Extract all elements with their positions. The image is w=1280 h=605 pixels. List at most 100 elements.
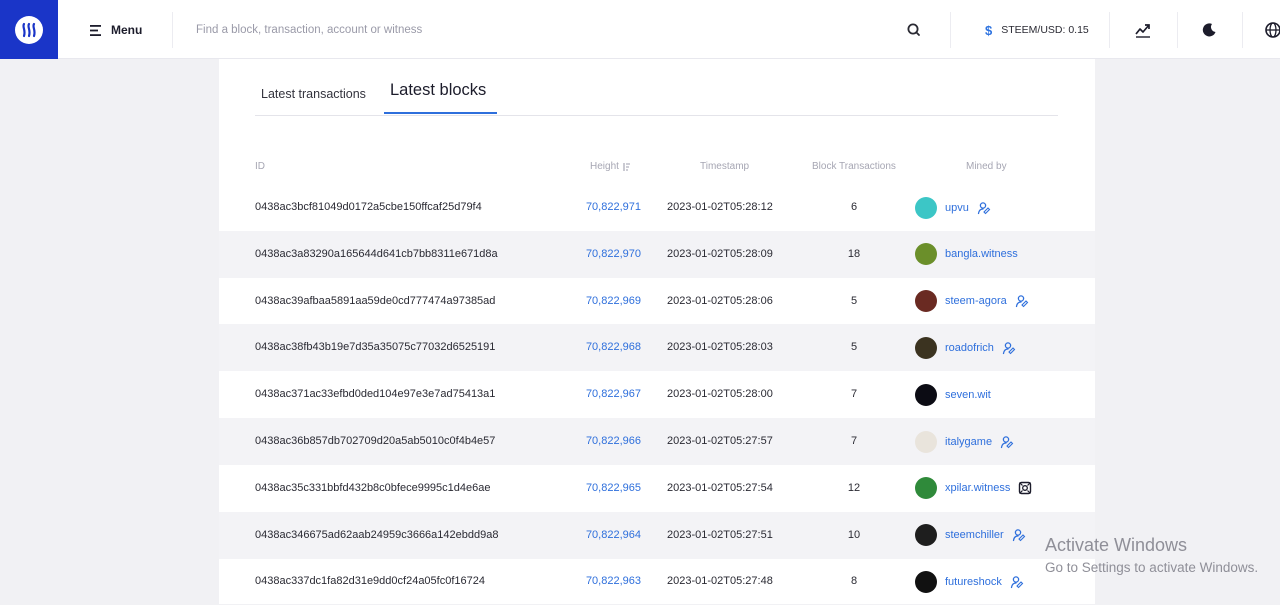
menu-label: Menu [111,23,143,37]
table-row: 0438ac35c331bbfd432b8c0bfece9995c1d4e6ae… [219,465,1095,512]
table-row: 0438ac36b857db702709d20a5ab5010c0f4b4e57… [219,418,1095,465]
table-row: 0438ac346675ad62aab24959c3666a142ebdd9a8… [219,511,1095,559]
witness-vote-icon[interactable] [977,201,991,215]
menu-icon [90,24,101,36]
active-tab-indicator [384,112,497,114]
tab-latest-blocks[interactable]: Latest blocks [390,81,486,100]
block-timestamp: 2023-01-02T05:28:06 [667,294,773,307]
miner-name-link[interactable]: roadofrich [945,342,994,354]
block-height-link[interactable]: 70,822,968 [519,324,641,371]
steem-logo[interactable] [0,0,58,59]
header-divider [950,12,951,48]
miner-cell: seven.wit [915,371,991,418]
block-transaction-count: 18 [847,247,861,260]
block-transaction-count: 10 [847,528,861,541]
miner-name-link[interactable]: italygame [945,436,992,448]
avatar[interactable] [915,430,937,453]
blocks-panel: Latest transactions Latest blocks ID Hei… [219,59,1095,604]
block-transaction-count: 6 [850,201,858,213]
menu-button[interactable]: Menu [90,20,142,40]
block-transaction-count: 12 [847,481,861,494]
block-height-link[interactable]: 70,822,964 [519,512,641,559]
steem-logo-icon [15,15,43,44]
avatar[interactable] [915,524,937,547]
witness-vote-icon[interactable] [1015,294,1029,308]
witness-vote-icon[interactable] [1010,575,1024,589]
block-id-link[interactable]: 0438ac371ac33efbd0ded104e97e3e7ad75413a1 [255,371,495,418]
block-height-link[interactable]: 70,822,970 [519,231,641,278]
miner-name-link[interactable]: seven.wit [945,389,991,401]
steem-price: $ STEEM/USD: 0.15 [985,22,1089,38]
market-chart-button[interactable] [1134,21,1152,39]
witness-vote-icon[interactable] [1012,528,1026,542]
block-height-link[interactable]: 70,822,969 [519,278,641,325]
miner-name-link[interactable]: upvu [945,202,969,214]
miner-name-link[interactable]: steemchiller [945,529,1004,541]
witness-vote-icon[interactable] [1002,341,1016,355]
avatar[interactable] [915,290,937,313]
block-height-link[interactable]: 70,822,966 [519,418,641,465]
watermark-subtitle: Go to Settings to activate Windows. [1045,560,1259,575]
header-divider [1242,12,1243,48]
column-header-height[interactable]: Height [590,161,631,172]
watermark-title: Activate Windows [1045,535,1188,555]
block-transaction-count: 8 [850,575,858,588]
miner-name-link[interactable]: steem-agora [945,295,1007,307]
search-input[interactable] [196,18,876,42]
avatar[interactable] [915,477,937,500]
block-height-link[interactable]: 70,822,967 [519,371,641,418]
miner-cell: bangla.witness [915,231,1018,278]
sort-icon [623,162,630,171]
dark-mode-toggle[interactable] [1200,21,1218,39]
header-divider [1109,12,1110,48]
table-row: 0438ac371ac33efbd0ded104e97e3e7ad75413a1… [219,371,1095,418]
block-timestamp: 2023-01-02T05:28:03 [667,341,773,354]
avatar[interactable] [915,570,937,593]
witness-gear-icon[interactable] [1018,481,1032,495]
block-timestamp: 2023-01-02T05:27:48 [667,575,773,588]
block-height-link[interactable]: 70,822,965 [519,465,641,512]
table-row: 0438ac39afbaa5891aa59de0cd777474a97385ad… [219,278,1095,325]
block-timestamp: 2023-01-02T05:27:57 [667,435,773,447]
block-id-link[interactable]: 0438ac39afbaa5891aa59de0cd777474a97385ad [255,278,495,325]
table-row: 0438ac337dc1fa82d31e9dd0cf24a05fc0f16724… [219,558,1095,605]
block-height-link[interactable]: 70,822,963 [519,558,641,605]
miner-cell: italygame [915,418,1014,465]
block-transaction-count: 5 [850,341,858,354]
tab-latest-transactions[interactable]: Latest transactions [261,87,366,101]
block-id-link[interactable]: 0438ac346675ad62aab24959c3666a142ebdd9a8 [255,512,498,559]
miner-name-link[interactable]: futureshock [945,576,1002,588]
search-button[interactable] [906,22,922,38]
block-id-link[interactable]: 0438ac35c331bbfd432b8c0bfece9995c1d4e6ae [255,465,491,512]
block-id-link[interactable]: 0438ac38fb43b19e7d35a35075c77032d6525191 [255,324,495,371]
globe-icon [1265,22,1280,38]
block-id-link[interactable]: 0438ac3a83290a165644d641cb7bb8311e671d8a [255,231,498,278]
top-header: Menu $ STEEM/USD: 0.15 [0,0,1280,59]
column-header-height-label: Height [590,161,619,172]
block-timestamp: 2023-01-02T05:28:09 [667,247,773,260]
miner-cell: futureshock [915,558,1024,605]
chart-icon [1135,24,1150,38]
miner-cell: upvu [915,184,991,231]
block-id-link[interactable]: 0438ac36b857db702709d20a5ab5010c0f4b4e57 [255,418,495,465]
miner-name-link[interactable]: xpilar.witness [945,482,1010,494]
avatar[interactable] [915,383,937,406]
dollar-icon: $ [985,22,993,38]
avatar[interactable] [915,336,937,359]
miner-cell: xpilar.witness [915,465,1032,512]
block-transaction-count: 7 [850,388,858,401]
language-button[interactable] [1262,21,1280,39]
avatar[interactable] [915,196,937,219]
avatar[interactable] [915,243,937,266]
windows-activation-watermark: Activate Windows Go to Settings to activ… [1045,535,1258,575]
block-height-link[interactable]: 70,822,971 [519,184,641,231]
miner-name-link[interactable]: bangla.witness [945,248,1018,260]
block-id-link[interactable]: 0438ac3bcf81049d0172a5cbe150ffcaf25d79f4 [255,184,482,231]
witness-vote-icon[interactable] [1000,435,1014,449]
header-divider [1177,12,1178,48]
column-header-mined-by: Mined by [966,161,1007,172]
miner-cell: steem-agora [915,278,1029,325]
block-id-link[interactable]: 0438ac337dc1fa82d31e9dd0cf24a05fc0f16724 [255,558,485,605]
column-header-id: ID [255,161,265,172]
column-header-timestamp: Timestamp [700,161,750,172]
